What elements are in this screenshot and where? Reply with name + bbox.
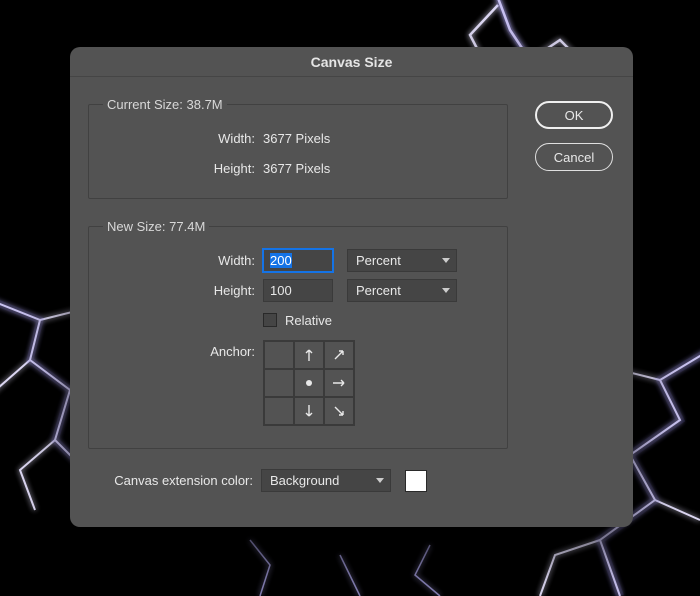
- new-height-input[interactable]: [263, 279, 333, 302]
- current-width-value: 3677 Pixels: [263, 131, 330, 146]
- anchor-cell-n[interactable]: [294, 341, 324, 369]
- current-size-legend: Current Size: 38.7M: [103, 97, 227, 112]
- chevron-down-icon: [442, 288, 450, 293]
- anchor-cell-ne[interactable]: [324, 341, 354, 369]
- extension-color-select[interactable]: Background: [261, 469, 391, 492]
- dialog-title: Canvas Size: [70, 47, 633, 77]
- new-size-group: New Size: 77.4M Width: Percent Height: P…: [88, 219, 508, 449]
- current-width-label: Width:: [103, 131, 263, 146]
- current-size-group: Current Size: 38.7M Width: 3677 Pixels H…: [88, 97, 508, 199]
- anchor-cell-center[interactable]: [294, 369, 324, 397]
- anchor-cell-w[interactable]: [264, 369, 294, 397]
- ok-button[interactable]: OK: [535, 101, 613, 129]
- relative-label: Relative: [285, 313, 332, 328]
- extension-color-swatch[interactable]: [405, 470, 427, 492]
- relative-checkbox[interactable]: [263, 313, 277, 327]
- new-height-label: Height:: [103, 283, 263, 298]
- current-height-value: 3677 Pixels: [263, 161, 330, 176]
- cancel-button[interactable]: Cancel: [535, 143, 613, 171]
- anchor-grid: [263, 340, 355, 426]
- extension-color-value: Background: [270, 473, 339, 488]
- new-width-input[interactable]: [263, 249, 333, 272]
- chevron-down-icon: [442, 258, 450, 263]
- new-height-unit-select[interactable]: Percent: [347, 279, 457, 302]
- chevron-down-icon: [376, 478, 384, 483]
- anchor-cell-s[interactable]: [294, 397, 324, 425]
- new-width-unit-select[interactable]: Percent: [347, 249, 457, 272]
- anchor-cell-se[interactable]: [324, 397, 354, 425]
- extension-color-label: Canvas extension color:: [88, 473, 253, 488]
- new-width-label: Width:: [103, 253, 263, 268]
- new-size-legend: New Size: 77.4M: [103, 219, 209, 234]
- anchor-label: Anchor:: [103, 340, 263, 359]
- new-width-unit-value: Percent: [356, 253, 401, 268]
- anchor-cell-sw[interactable]: [264, 397, 294, 425]
- new-height-unit-value: Percent: [356, 283, 401, 298]
- anchor-cell-e[interactable]: [324, 369, 354, 397]
- anchor-cell-nw[interactable]: [264, 341, 294, 369]
- current-height-label: Height:: [103, 161, 263, 176]
- canvas-size-dialog: Canvas Size OK Cancel Current Size: 38.7…: [70, 47, 633, 527]
